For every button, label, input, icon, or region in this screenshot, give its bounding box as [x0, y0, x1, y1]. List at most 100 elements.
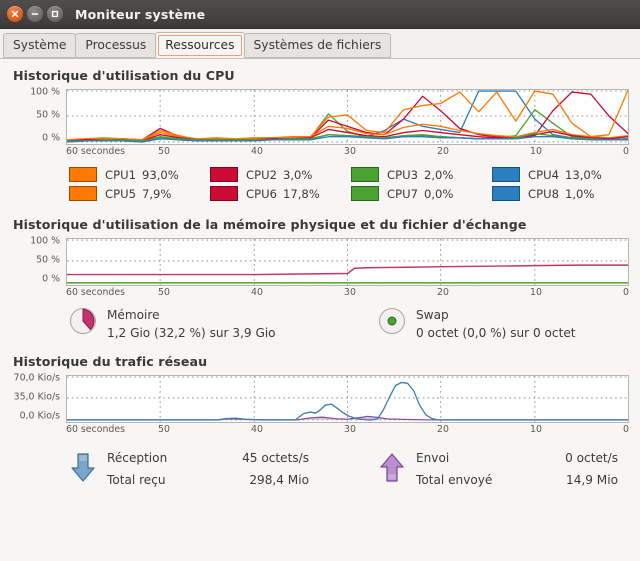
- cpu-legend-value: 13,0%: [564, 167, 602, 182]
- window-title: Moniteur système: [75, 6, 206, 22]
- cpu-legend-item[interactable]: CPU2 3,0%: [210, 165, 347, 184]
- cpu-x-tick: 20: [437, 146, 449, 157]
- cpu-legend-item[interactable]: CPU6 17,8%: [210, 184, 347, 203]
- tab-processus[interactable]: Processus: [75, 33, 157, 58]
- network-stats: Réception 45 octets/s Total reçu 298,4 M…: [11, 445, 629, 491]
- network-send-block: Envoi 0 octet/s Total envoyé 14,9 Mio: [320, 445, 629, 491]
- cpu3-color-swatch: [351, 167, 379, 182]
- cpu-legend-value: 7,9%: [141, 186, 172, 201]
- cpu2-color-swatch: [210, 167, 238, 182]
- memory-x-tick: 50: [158, 287, 170, 298]
- cpu-legend-name: CPU6: [246, 186, 277, 201]
- cpu-legend-name: CPU4: [528, 167, 559, 182]
- cpu-legend-item[interactable]: CPU1 93,0%: [69, 165, 206, 184]
- tab-bar: Système Processus Ressources Systèmes de…: [0, 29, 640, 59]
- minimize-icon[interactable]: [27, 6, 43, 22]
- tab-label: Systèmes de fichiers: [253, 38, 382, 52]
- memory-x-tick: 10: [530, 287, 542, 298]
- cpu-legend-item[interactable]: CPU8 1,0%: [492, 184, 629, 203]
- cpu-legend-name: CPU8: [528, 186, 559, 201]
- swap-label: Swap: [416, 308, 449, 322]
- cpu-section-title: Historique d'utilisation du CPU: [13, 68, 235, 83]
- cpu-x-tick: 50: [158, 146, 170, 157]
- network-x-tick: 60 secondes: [66, 424, 125, 435]
- tab-label: Système: [13, 38, 67, 52]
- tab-systemes-de-fichiers[interactable]: Systèmes de fichiers: [243, 33, 392, 58]
- cpu-x-tick: 60 secondes: [66, 146, 125, 157]
- cpu-legend-value: 3,0%: [282, 167, 313, 182]
- memory-x-tick: 40: [251, 287, 263, 298]
- cpu7-color-swatch: [351, 186, 379, 201]
- swap-legend-item: Swap 0 octet (0,0 %) sur 0 octet: [320, 306, 629, 342]
- send-total: 14,9 Mio: [566, 473, 618, 487]
- receive-rate: 45 octets/s: [242, 451, 309, 465]
- tab-ressources[interactable]: Ressources: [155, 32, 245, 58]
- network-y-tick: 70,0 Kio/s: [13, 372, 60, 384]
- cpu-legend: CPU1 93,0% CPU2 3,0% CPU3 2,0% CPU4 13,0…: [69, 165, 629, 203]
- cpu-legend-name: CPU5: [105, 186, 136, 201]
- send-label: Envoi: [416, 451, 450, 465]
- network-receive-text: Réception 45 octets/s Total reçu 298,4 M…: [107, 445, 309, 491]
- memory-legend-item: Mémoire 1,2 Gio (32,2 %) sur 3,9 Gio: [11, 306, 320, 342]
- network-y-tick: 0,0 Kio/s: [19, 410, 60, 422]
- network-y-tick: 35,0 Kio/s: [13, 391, 60, 403]
- pie-chart-icon: [377, 306, 407, 336]
- cpu-x-tick: 30: [344, 146, 356, 157]
- cpu-y-axis: 100 % 50 % 0 %: [11, 87, 66, 145]
- network-x-tick: 40: [251, 424, 263, 435]
- tab-systeme[interactable]: Système: [3, 33, 77, 58]
- cpu-legend-name: CPU7: [387, 186, 418, 201]
- cpu4-color-swatch: [492, 167, 520, 182]
- cpu-legend-name: CPU1: [105, 167, 136, 182]
- cpu-chart-row: 100 % 50 % 0 %: [11, 87, 629, 145]
- cpu-legend-name: CPU3: [387, 167, 418, 182]
- memory-legend-text: Mémoire 1,2 Gio (32,2 %) sur 3,9 Gio: [107, 306, 276, 342]
- swap-legend-text: Swap 0 octet (0,0 %) sur 0 octet: [416, 306, 576, 342]
- cpu-legend-item[interactable]: CPU3 2,0%: [351, 165, 488, 184]
- network-plot-svg: [67, 376, 628, 422]
- network-x-tick: 50: [158, 424, 170, 435]
- tab-label: Ressources: [165, 38, 235, 52]
- network-x-tick: 10: [530, 424, 542, 435]
- cpu-legend-item[interactable]: CPU4 13,0%: [492, 165, 629, 184]
- network-x-tick: 0: [623, 424, 629, 435]
- system-monitor-window: Moniteur système Système Processus Resso…: [0, 0, 640, 561]
- window-controls: [0, 6, 63, 22]
- network-x-tick: 20: [437, 424, 449, 435]
- memory-gridlines: [67, 239, 628, 285]
- memory-y-tick: 50 %: [36, 254, 60, 266]
- receive-total-label: Total reçu: [107, 473, 166, 487]
- memory-x-tick: 0: [623, 287, 629, 298]
- title-bar: Moniteur système: [0, 0, 640, 29]
- cpu-legend-item[interactable]: CPU7 0,0%: [351, 184, 488, 203]
- swap-detail: 0 octet (0,0 %) sur 0 octet: [416, 325, 576, 340]
- tab-label: Processus: [85, 38, 147, 52]
- cpu-legend-value: 93,0%: [141, 167, 179, 182]
- receive-total: 298,4 Mio: [249, 473, 309, 487]
- network-plot: [66, 375, 629, 423]
- cpu5-color-swatch: [69, 186, 97, 201]
- cpu-x-tick: 40: [251, 146, 263, 157]
- maximize-icon[interactable]: [47, 6, 63, 22]
- cpu-x-tick: 0: [623, 146, 629, 157]
- memory-x-tick: 30: [344, 287, 356, 298]
- network-section-title: Historique du trafic réseau: [13, 354, 208, 369]
- memory-x-axis: 60 secondes 50 40 30 20 10 0: [66, 286, 629, 299]
- network-send-text: Envoi 0 octet/s Total envoyé 14,9 Mio: [416, 445, 618, 491]
- memory-chart-row: 100 % 50 % 0 %: [11, 235, 629, 286]
- memory-swap-legend: Mémoire 1,2 Gio (32,2 %) sur 3,9 Gio Swa…: [11, 306, 629, 342]
- cpu-x-tick: 10: [530, 146, 542, 157]
- cpu8-color-swatch: [492, 186, 520, 201]
- network-y-axis: 70,0 Kio/s 35,0 Kio/s 0,0 Kio/s: [11, 372, 66, 423]
- receive-label: Réception: [107, 451, 168, 465]
- memory-detail: 1,2 Gio (32,2 %) sur 3,9 Gio: [107, 325, 276, 340]
- cpu-legend-item[interactable]: CPU5 7,9%: [69, 184, 206, 203]
- cpu1-color-swatch: [69, 167, 97, 182]
- memory-y-tick: 100 %: [30, 235, 60, 247]
- cpu-legend-value: 0,0%: [423, 186, 454, 201]
- network-x-axis: 60 secondes 50 40 30 20 10 0: [66, 423, 629, 436]
- close-icon[interactable]: [7, 6, 23, 22]
- network-x-tick: 30: [344, 424, 356, 435]
- arrow-down-icon: [68, 448, 98, 488]
- network-receive-block: Réception 45 octets/s Total reçu 298,4 M…: [11, 445, 320, 491]
